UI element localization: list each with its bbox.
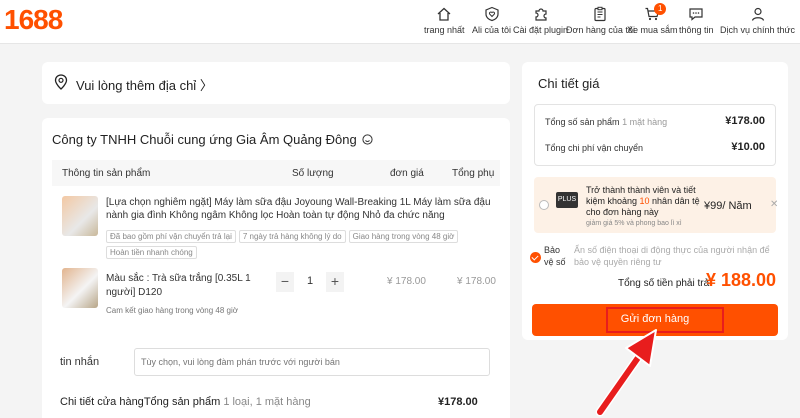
message-label: tin nhắn: [60, 356, 100, 368]
clipboard-icon: [594, 6, 607, 22]
quantity-value[interactable]: 1: [300, 275, 320, 287]
top-bar: 1688 trang nhất Ali của tôi Cài đặt plug…: [0, 0, 800, 44]
nav-orders[interactable]: Đơn hàng của tôi: [566, 6, 635, 35]
unit-price: ¥ 178.00: [387, 276, 426, 287]
line-subtotal: ¥ 178.00: [457, 276, 496, 287]
nav-messages[interactable]: thông tin: [679, 6, 714, 35]
chat-icon: [689, 8, 703, 21]
product-tags: Đã bao gồm phí vận chuyển trả lại 7 ngày…: [106, 230, 496, 259]
product-thumbnail[interactable]: [62, 196, 98, 236]
number-protection-checkbox[interactable]: [530, 252, 541, 263]
nav-home[interactable]: trang nhất: [424, 6, 465, 35]
price-details-title: Chi tiết giá: [538, 76, 600, 91]
promo-price: ¥99/ Năm: [704, 200, 752, 212]
seller-name-label: Công ty TNHH Chuỗi cung ứng Gia Âm Quảng…: [52, 132, 357, 147]
price-details-card: Chi tiết giá Tổng số sản phẩm 1 mặt hàng…: [522, 62, 788, 340]
nav-my-ali-label: Ali của tôi: [472, 25, 512, 35]
add-address-label: Vui lòng thêm địa chỉ: [76, 78, 197, 93]
membership-radio[interactable]: [539, 200, 549, 210]
total-products-label: Tổng số sản phẩm: [545, 117, 620, 127]
add-address-link[interactable]: Vui lòng thêm địa chỉ 〉: [76, 75, 213, 94]
decrease-quantity-button[interactable]: −: [276, 272, 294, 292]
home-icon: [437, 7, 451, 21]
price-breakdown: Tổng số sản phẩm 1 mặt hàng ¥178.00 Tổng…: [534, 104, 776, 166]
smile-chat-icon[interactable]: [362, 134, 373, 145]
variant-thumbnail[interactable]: [62, 268, 98, 308]
shipping-value: ¥10.00: [731, 141, 765, 153]
order-card: Công ty TNHH Chuỗi cung ứng Gia Âm Quảng…: [42, 118, 510, 418]
nav-messages-label: thông tin: [679, 25, 714, 35]
number-protection-description: Ẩn số điện thoại di động thực của người …: [574, 245, 770, 267]
nav-plugin-label: Cài đặt plugin: [513, 25, 569, 35]
puzzle-icon: [534, 8, 547, 21]
seller-name[interactable]: Công ty TNHH Chuỗi cung ứng Gia Âm Quảng…: [52, 132, 373, 147]
store-summary-label: Chi tiết cửa hàng: [60, 396, 144, 408]
product-tag: 7 ngày trả hàng không lý do: [238, 230, 346, 243]
chevron-right-icon: 〉: [199, 78, 213, 93]
user-icon: [751, 7, 764, 21]
number-protection-label: Bảo vệ số: [544, 245, 566, 267]
nav-my-ali[interactable]: Ali của tôi: [472, 6, 511, 35]
total-payable-value: ¥ 188.00: [706, 270, 777, 290]
store-summary: Chi tiết cửa hàngTổng sản phẩm 1 loại, 1…: [60, 396, 311, 408]
store-summary-products: Tổng sản phẩm: [143, 396, 221, 408]
shipping-label: Tổng chi phí vận chuyển: [545, 143, 644, 153]
cart-count-badge: 1: [654, 3, 667, 15]
nav-plugin[interactable]: Cài đặt plugin: [513, 6, 568, 35]
column-product-info: Thông tin sản phẩm: [62, 168, 151, 179]
total-payable-label: Tổng số tiền phải trả: [618, 278, 710, 289]
close-icon[interactable]: ✕: [770, 199, 778, 210]
promo-subtext: giảm giá 5% và phong bao lì xì: [586, 220, 682, 227]
location-pin-icon: [54, 74, 68, 90]
column-unit-price: đơn giá: [390, 168, 424, 179]
shield-heart-icon: [484, 6, 499, 22]
product-tag: Đã bao gồm phí vận chuyển trả lại: [106, 230, 236, 243]
nav-service-label: Dịch vụ chính thức: [720, 25, 796, 35]
pointer-arrow-icon: [595, 329, 657, 417]
product-title[interactable]: [Lựa chọn nghiêm ngặt] Máy làm sữa đậu J…: [106, 196, 496, 222]
nav-cart-label: Xe mua sắm: [627, 25, 678, 35]
nav-cart[interactable]: 1 Xe mua sắm: [627, 3, 678, 35]
total-products-value: ¥178.00: [725, 115, 765, 127]
total-products-count: 1 mặt hàng: [622, 117, 668, 127]
quantity-stepper[interactable]: − 1 +: [276, 272, 344, 292]
store-summary-count: 1 loại, 1 mặt hàng: [223, 396, 311, 408]
message-input[interactable]: [134, 348, 490, 376]
column-subtotal: Tổng phụ: [452, 168, 495, 179]
delivery-promise: Cam kết giao hàng trong vòng 48 giờ: [106, 306, 238, 315]
total-products-row: Tổng số sản phẩm 1 mặt hàng: [545, 117, 667, 127]
increase-quantity-button[interactable]: +: [326, 272, 344, 292]
column-quantity: Số lượng: [292, 168, 334, 179]
membership-promo[interactable]: PLUS Trở thành thành viên và tiết kiệm k…: [534, 177, 778, 233]
nav-orders-label: Đơn hàng của tôi: [566, 25, 635, 35]
address-card[interactable]: Vui lòng thêm địa chỉ 〉: [42, 62, 510, 104]
plus-badge: PLUS: [556, 192, 578, 208]
store-total: ¥178.00: [438, 396, 478, 408]
nav-service[interactable]: Dịch vụ chính thức: [720, 6, 795, 35]
product-tag: Hoàn tiền nhanh chóng: [106, 246, 197, 259]
nav-home-label: trang nhất: [424, 25, 465, 35]
product-table-header: Thông tin sản phẩm Số lượng đơn giá Tổng…: [52, 160, 500, 186]
product-tag: Giao hàng trong vòng 48 giờ: [348, 230, 459, 243]
site-logo[interactable]: 1688: [4, 4, 63, 36]
promo-text: Trở thành thành viên và tiết kiệm khoảng…: [586, 185, 704, 218]
product-variant: Màu sắc : Trà sữa trắng [0.35L 1 người] …: [106, 273, 251, 298]
promo-highlight: 10: [639, 196, 650, 206]
